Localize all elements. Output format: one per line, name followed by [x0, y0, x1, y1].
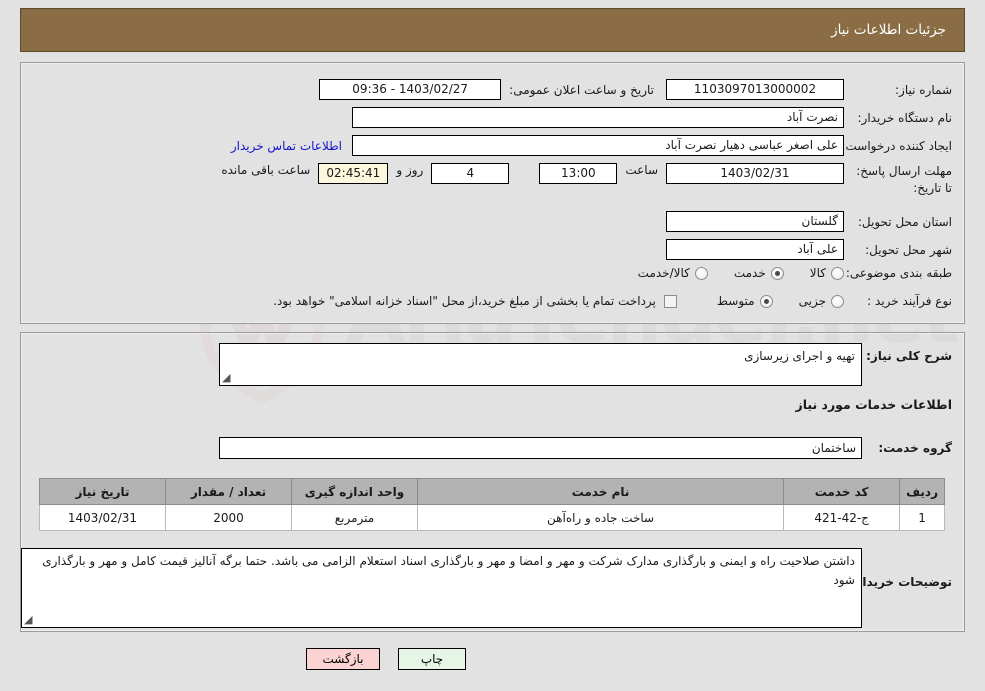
category-field: طبقه بندی موضوعی: کالا خدمت کالا/خدمت: [612, 266, 952, 280]
announce-datetime-label: تاریخ و ساعت اعلان عمومی:: [509, 82, 654, 97]
need-number-value[interactable]: 1103097013000002: [666, 79, 844, 100]
remaining-days-value[interactable]: 4: [431, 163, 510, 184]
page-title: جزئیات اطلاعات نیاز: [831, 22, 946, 38]
deadline-label: مهلت ارسال پاسخ: تا تاریخ:: [856, 164, 952, 196]
province-label: استان محل تحویل:: [857, 214, 952, 229]
announce-datetime-field: تاریخ و ساعت اعلان عمومی: 1403/02/27 - 0…: [319, 79, 654, 100]
deadline-field: مهلت ارسال پاسخ: تا تاریخ: 1403/02/31 سا…: [221, 163, 952, 198]
deadline-date-value[interactable]: 1403/02/31: [666, 163, 844, 184]
process-option-label: متوسط: [716, 294, 755, 308]
radio-icon[interactable]: [831, 266, 844, 280]
treasury-bonds-label: پرداخت تمام یا بخشی از مبلغ خرید،از محل …: [273, 294, 656, 308]
province-field: استان محل تحویل: گلستان: [666, 211, 952, 232]
page-header: جزئیات اطلاعات نیاز: [20, 8, 965, 52]
service-group-value[interactable]: ساختمان: [219, 437, 862, 459]
purchase-process-radio-group: جزیی متوسط: [691, 294, 844, 308]
need-number-field: شماره نیاز: 1103097013000002: [666, 79, 952, 100]
radio-icon[interactable]: [759, 294, 773, 308]
creator-value[interactable]: علی اصغر عباسی دهیار نصرت آباد: [352, 135, 844, 156]
process-option-label: جزیی: [798, 294, 826, 308]
buyer-contact-link[interactable]: اطلاعات تماس خریدار: [231, 139, 342, 153]
radio-icon[interactable]: [694, 266, 708, 280]
general-desc-textarea[interactable]: تهیه و اجرای زیرسازی ◣: [219, 343, 862, 386]
buyer-org-value[interactable]: نصرت آباد: [352, 107, 844, 128]
category-option-kala[interactable]: کالا: [810, 266, 844, 280]
purchase-process-field: نوع فرآیند خرید : جزیی متوسط پرداخت تمام…: [273, 294, 952, 308]
treasury-bonds-checkbox[interactable]: [663, 294, 677, 308]
buyer-org-field: نام دستگاه خریدار: نصرت آباد: [352, 107, 952, 128]
general-desc-label: شرح کلی نیاز:: [866, 349, 952, 363]
process-option-motavaset[interactable]: متوسط: [717, 294, 773, 308]
buyer-notes-textarea[interactable]: داشتن صلاحیت راه و ایمنی و بارگذاری مدار…: [21, 548, 862, 628]
need-details-panel: شرح کلی نیاز: تهیه و اجرای زیرسازی ◣ اطل…: [20, 332, 965, 632]
need-number-label: شماره نیاز:: [895, 82, 952, 97]
general-desc-value: تهیه و اجرای زیرسازی: [744, 349, 855, 363]
city-value[interactable]: علی آباد: [666, 239, 844, 260]
creator-field: ایجاد کننده درخواست: علی اصغر عباسی دهیا…: [231, 135, 952, 156]
city-field: شهر محل تحویل: علی آباد: [666, 239, 952, 260]
province-value[interactable]: گلستان: [666, 211, 844, 232]
category-option-label: کالا/خدمت: [637, 266, 690, 280]
deadline-time-value[interactable]: 13:00: [539, 163, 618, 184]
resize-grip-icon[interactable]: ◣: [222, 371, 234, 384]
announce-datetime-value[interactable]: 1403/02/27 - 09:36: [319, 79, 502, 100]
buyer-org-label: نام دستگاه خریدار:: [857, 110, 953, 125]
category-option-khedmat[interactable]: خدمت: [734, 266, 784, 280]
resize-grip-icon[interactable]: ◣: [24, 613, 36, 626]
days-label: روز و: [396, 163, 424, 177]
radio-icon[interactable]: [831, 294, 844, 308]
back-button[interactable]: بازگشت: [306, 648, 380, 670]
creator-label: ایجاد کننده درخواست:: [841, 138, 952, 153]
category-option-kala-khedmat[interactable]: کالا/خدمت: [638, 266, 708, 280]
need-info-panel: شماره نیاز: 1103097013000002 تاریخ و ساع…: [20, 62, 965, 324]
buyer-notes-value: داشتن صلاحیت راه و ایمنی و بارگذاری مدار…: [42, 554, 855, 587]
countdown-timer-value: 02:45:41: [318, 163, 389, 184]
hour-label: ساعت: [625, 163, 658, 177]
category-label: طبقه بندی موضوعی:: [845, 266, 952, 280]
purchase-process-label: نوع فرآیند خرید :: [867, 294, 952, 308]
radio-icon[interactable]: [770, 266, 784, 280]
page-root: AriaTender.net جزئیات اطلاعات نیاز شماره…: [0, 0, 985, 691]
category-radio-group: کالا خدمت کالا/خدمت: [612, 266, 844, 280]
print-button[interactable]: چاپ: [398, 648, 466, 670]
category-option-label: کالا: [809, 266, 826, 280]
countdown-label: ساعت باقی مانده: [221, 163, 311, 177]
buyer-notes-label: توضیحات خریدار:: [850, 575, 952, 589]
services-section-heading: اطلاعات خدمات مورد نیاز: [795, 397, 953, 412]
category-option-label: خدمت: [733, 266, 766, 280]
process-option-jozei[interactable]: جزیی: [799, 294, 844, 308]
city-label: شهر محل تحویل:: [865, 242, 952, 257]
service-group-label: گروه خدمت:: [878, 441, 952, 455]
